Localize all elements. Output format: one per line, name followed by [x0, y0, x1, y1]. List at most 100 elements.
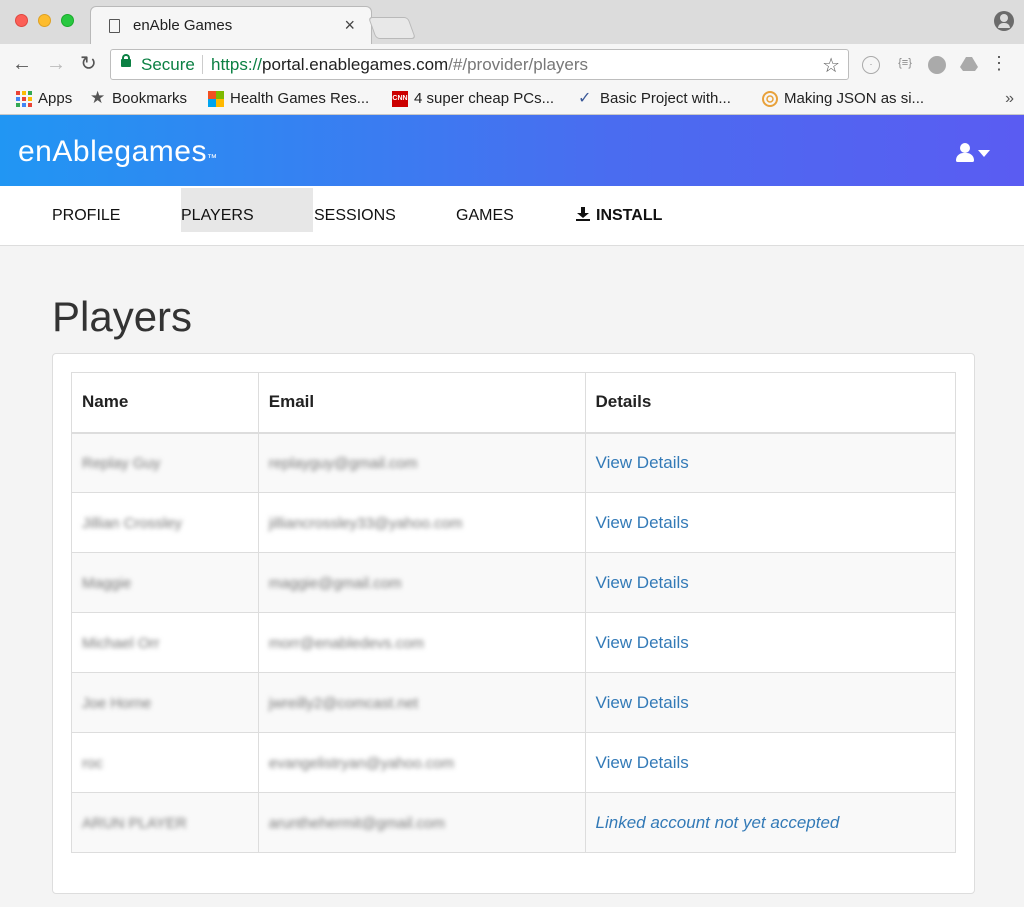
caret-down-icon [978, 150, 990, 157]
url-path: /#/provider/players [448, 55, 589, 74]
user-icon-body [956, 153, 974, 162]
bookmark-basic-project[interactable]: ✓ Basic Project with... [578, 90, 731, 107]
view-details-link[interactable]: View Details [596, 573, 689, 592]
view-details-link[interactable]: View Details [596, 633, 689, 652]
bookmarks-overflow-icon[interactable]: » [1005, 90, 1014, 108]
logo-text: enAblegames [18, 135, 207, 168]
download-icon [576, 207, 590, 221]
bookmark-cheap-pcs[interactable]: CNN 4 super cheap PCs... [392, 90, 554, 107]
bookmark-apps[interactable]: Apps [16, 90, 72, 107]
bookmark-star-icon[interactable]: ☆ [822, 53, 840, 78]
player-email: jilliancrossley33@yahoo.com [268, 514, 463, 532]
extension-circle-icon[interactable] [928, 56, 946, 74]
column-header-details: Details [584, 372, 957, 434]
player-email-cell: morr@enabledevs.com [257, 612, 586, 673]
player-name: Maggie [82, 574, 132, 592]
player-email-cell: jilliancrossley33@yahoo.com [257, 492, 586, 553]
logo-mark: ™ [206, 153, 218, 164]
player-details-cell: Linked account not yet accepted [584, 792, 957, 853]
nav-games[interactable]: GAMES [456, 186, 514, 246]
player-email: morr@enabledevs.com [268, 634, 425, 652]
player-email-cell: evangelistryan@yahoo.com [257, 732, 586, 793]
main-nav: PROFILE PLAYERS SESSIONS GAMES INSTALL [0, 186, 1024, 246]
player-email-cell: jwreilly2@comcast.net [257, 672, 586, 733]
page-title: Players [52, 293, 193, 340]
zoom-window-button[interactable] [61, 14, 74, 27]
browser-toolbar: ← → ↻ Secure https://portal.enablegames.… [0, 44, 1024, 86]
bookmark-label: Basic Project with... [600, 90, 731, 107]
json-logo-icon [762, 90, 778, 107]
player-email-cell: replayguy@gmail.com [257, 432, 586, 493]
player-name-cell: Jillian Crossley [71, 492, 259, 553]
bookmark-health-games[interactable]: Health Games Res... [208, 90, 369, 107]
player-email: replayguy@gmail.com [268, 454, 418, 472]
nav-profile[interactable]: PROFILE [52, 186, 120, 246]
player-name: Joe Horne [82, 694, 152, 712]
checkmark-icon: ✓ [578, 89, 592, 107]
player-email: evangelistryan@yahoo.com [268, 754, 455, 772]
table-row: Jillian Crossley jilliancrossley33@yahoo… [71, 492, 957, 553]
document-icon [109, 19, 120, 33]
bookmark-bookmarks[interactable]: ★ Bookmarks [90, 87, 188, 108]
player-name-cell: Joe Horne [71, 672, 259, 733]
players-table: Name Email Details Replay Guy replayguy@… [71, 372, 957, 853]
bookmark-label: 4 super cheap PCs... [414, 90, 555, 107]
site-header: enAblegames™ [0, 115, 1024, 186]
enable-games-logo[interactable]: enAblegames™ [18, 135, 217, 169]
nav-players[interactable]: PLAYERS [181, 188, 313, 232]
nav-label: PROFILE [52, 207, 121, 224]
nav-label: PLAYERS [181, 207, 254, 224]
star-icon: ★ [90, 87, 106, 107]
cnn-icon: CNN [392, 90, 408, 107]
browser-tab[interactable]: enAble Games × [90, 6, 372, 44]
player-name-cell: ARUN PLAYER [71, 792, 259, 853]
pending-link-status: Linked account not yet accepted [595, 812, 840, 832]
player-details-cell: View Details [584, 492, 957, 553]
back-arrow-icon[interactable]: ← [12, 53, 32, 75]
table-row: Maggie maggie@gmail.com View Details [71, 552, 957, 613]
json-extension-icon[interactable]: {≡} [896, 56, 914, 74]
bookmark-making-json[interactable]: Making JSON as si... [762, 90, 924, 107]
player-name-cell: roc [71, 732, 259, 793]
bookmark-label: Making JSON as si... [784, 90, 925, 107]
reload-icon[interactable]: ↻ [80, 53, 97, 75]
view-details-link[interactable]: View Details [596, 453, 689, 472]
table-row: ARUN PLAYER arunthehermit@gmail.com Link… [71, 792, 957, 853]
player-name: Michael Orr [82, 634, 160, 652]
tab-close-icon[interactable]: × [344, 15, 355, 36]
player-name-cell: Maggie [71, 552, 259, 613]
view-details-link[interactable]: View Details [596, 753, 689, 772]
player-name: Jillian Crossley [82, 514, 183, 532]
nav-label: SESSIONS [314, 207, 396, 224]
close-window-button[interactable] [15, 14, 28, 27]
player-email-cell: arunthehermit@gmail.com [257, 792, 586, 853]
windows-logo-icon [208, 90, 224, 107]
player-details-cell: View Details [584, 552, 957, 613]
player-email-cell: maggie@gmail.com [257, 552, 586, 613]
player-details-cell: View Details [584, 732, 957, 793]
address-separator [202, 55, 203, 74]
table-row: Replay Guy replayguy@gmail.com View Deta… [71, 432, 957, 493]
url-text[interactable]: https://portal.enablegames.com/#/provide… [211, 55, 588, 75]
nav-label: INSTALL [596, 207, 663, 224]
player-details-cell: View Details [584, 432, 957, 493]
view-details-link[interactable]: View Details [596, 693, 689, 712]
address-bar[interactable]: Secure https://portal.enablegames.com/#/… [110, 49, 849, 80]
minimize-window-button[interactable] [38, 14, 51, 27]
url-host: portal.enablegames.com [262, 55, 449, 74]
bookmark-label: Bookmarks [112, 90, 188, 107]
forward-arrow-icon[interactable]: → [46, 53, 66, 75]
extension-icon[interactable]: · [862, 56, 880, 74]
secure-label: Secure [141, 55, 195, 74]
bookmark-label: Health Games Res... [230, 90, 370, 107]
player-email: jwreilly2@comcast.net [268, 694, 419, 712]
view-details-link[interactable]: View Details [596, 513, 689, 532]
player-name: ARUN PLAYER [82, 814, 187, 832]
user-menu-button[interactable] [954, 140, 992, 166]
browser-menu-icon[interactable]: ⋮ [990, 54, 1008, 72]
profile-icon[interactable] [994, 11, 1014, 31]
new-tab-button[interactable] [367, 17, 417, 39]
nav-sessions[interactable]: SESSIONS [314, 186, 396, 246]
nav-install[interactable]: INSTALL [576, 186, 662, 246]
drive-icon[interactable] [960, 56, 978, 74]
